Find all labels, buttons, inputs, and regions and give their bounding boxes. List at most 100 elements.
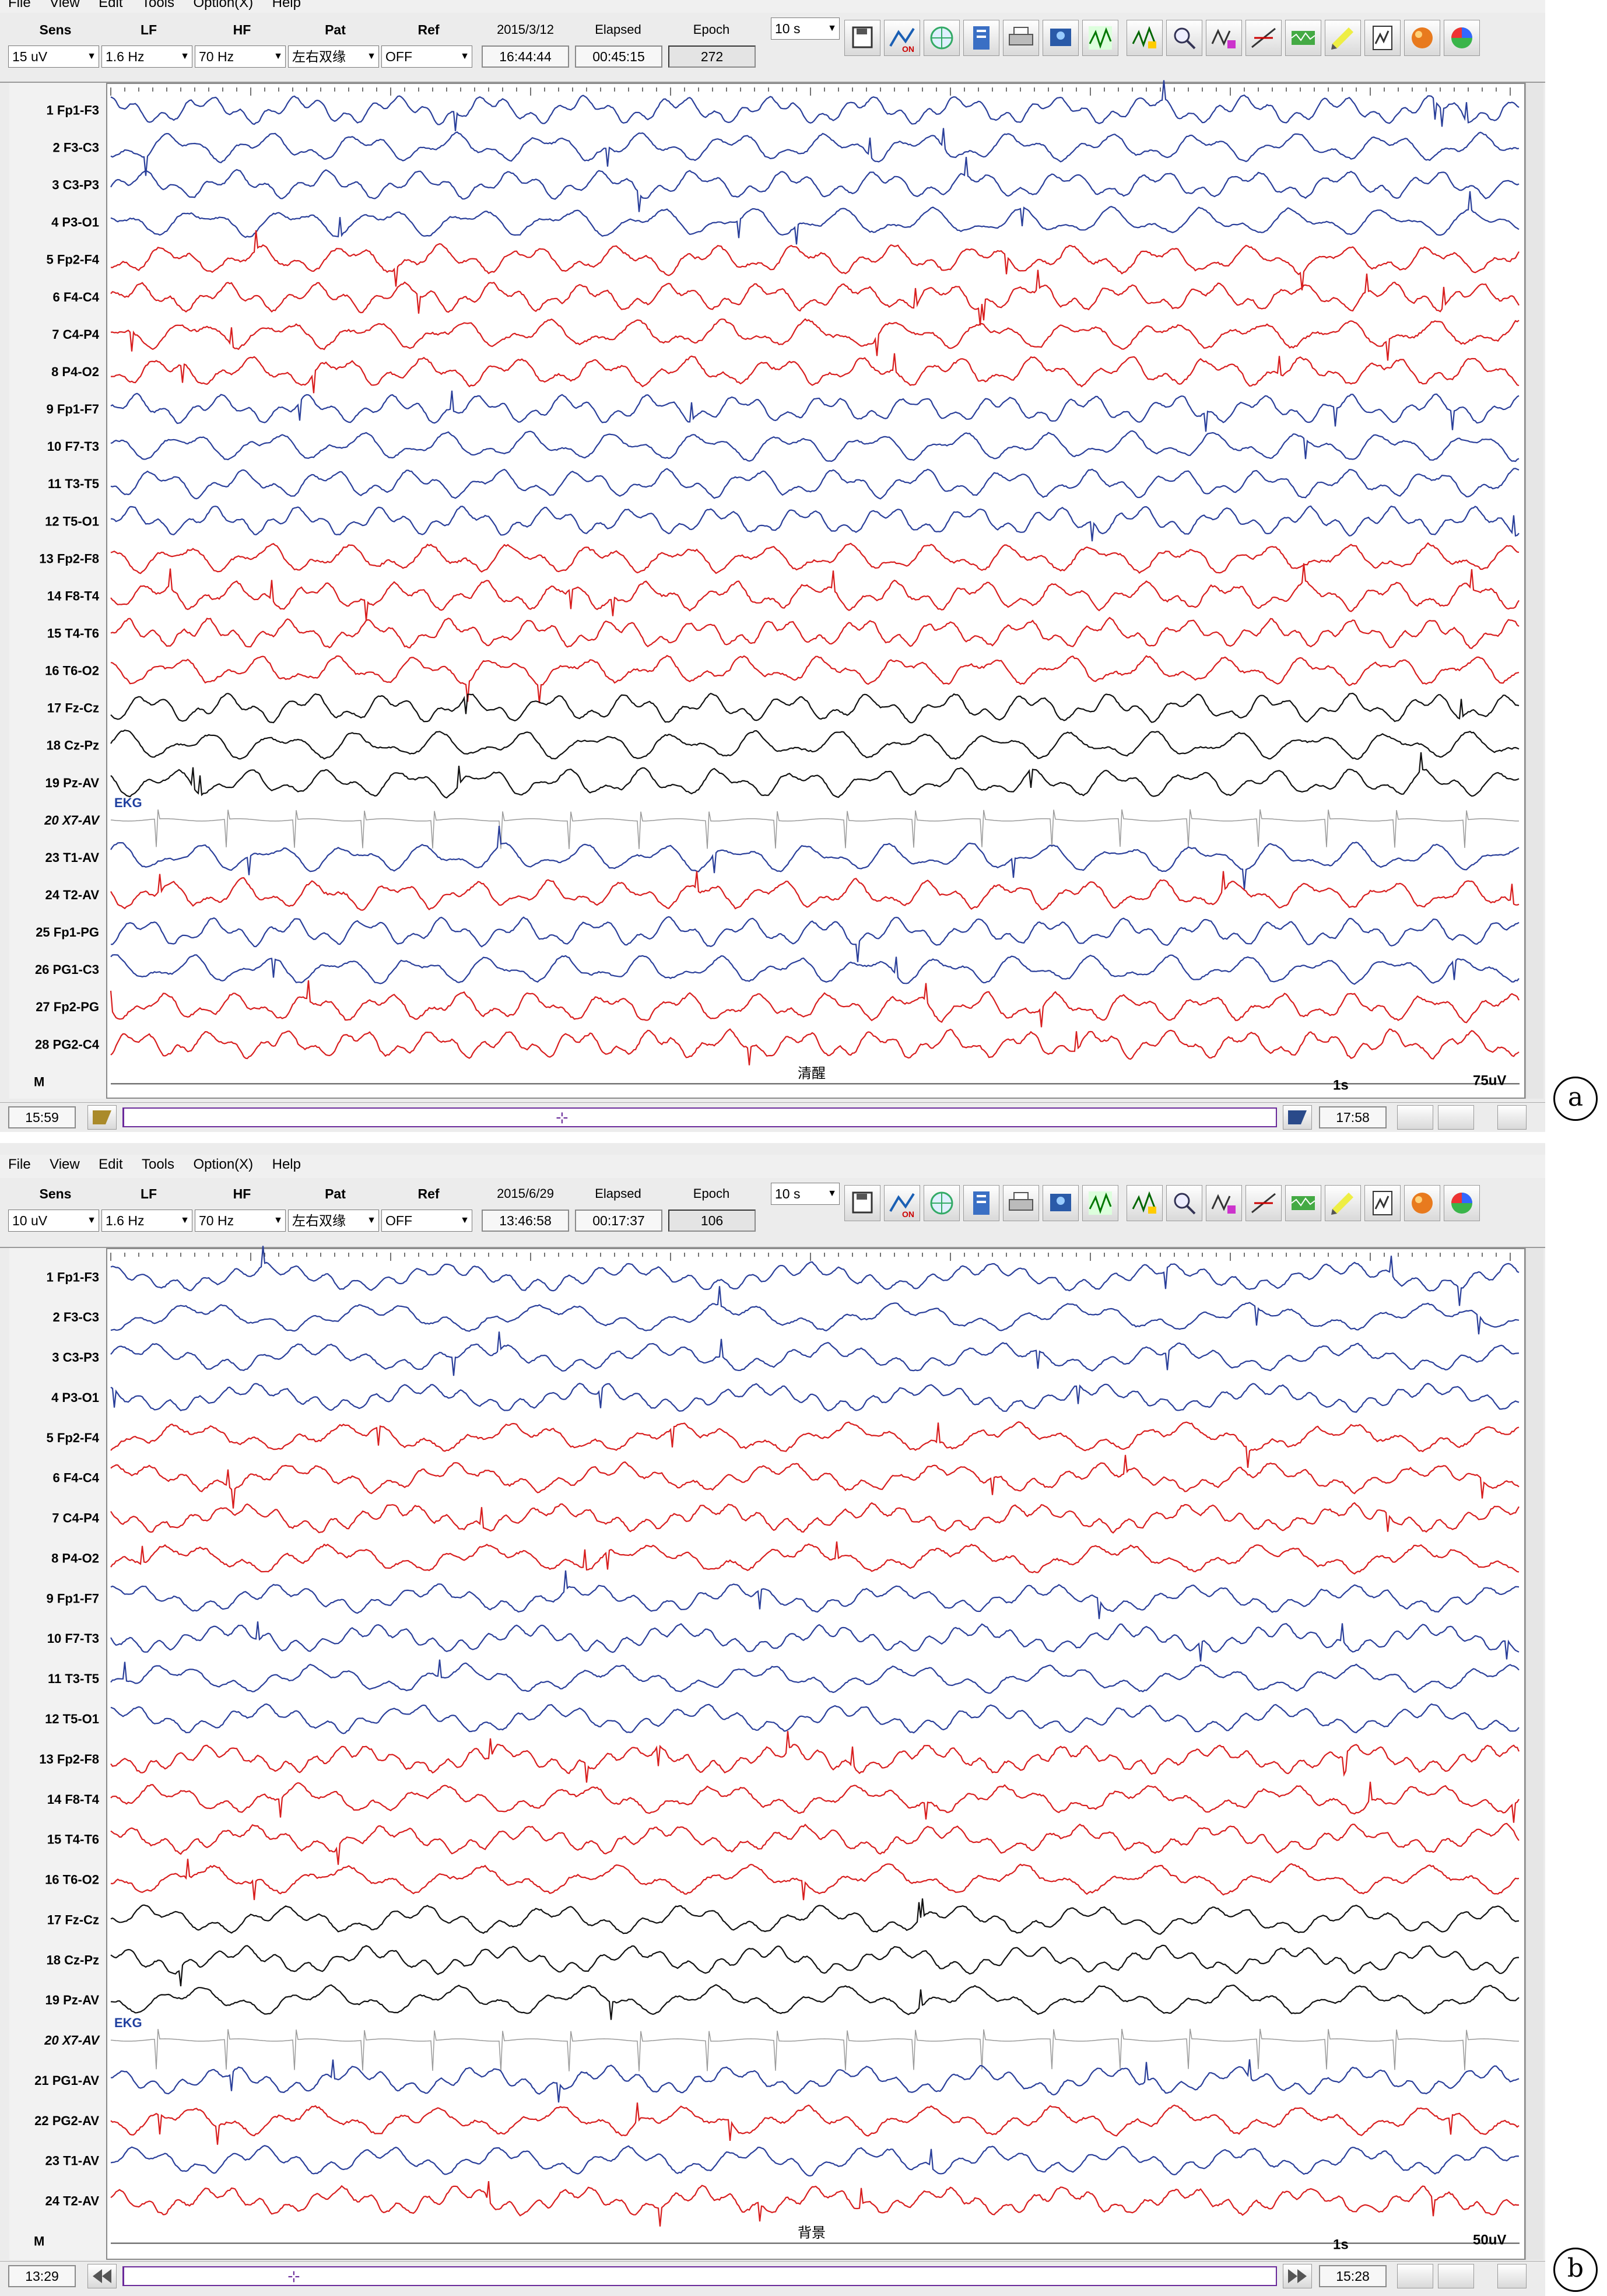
- rewind-icon[interactable]: [87, 1105, 117, 1130]
- channel-label: 16 T6-O2: [45, 1873, 99, 1887]
- eeg-trace-t4-t6: [110, 1822, 1520, 1865]
- page-icon[interactable]: [1497, 1105, 1527, 1130]
- time-scale-label: 1s: [1333, 1077, 1349, 1093]
- channel-label: 20 X7-AV: [44, 813, 100, 828]
- channel-label: 7 C4-P4: [52, 327, 99, 342]
- eeg-trace-c4-p4: [110, 318, 1520, 361]
- channel-label: 21 PG1-AV: [34, 2073, 99, 2088]
- vertical-scrollbar[interactable]: [1525, 1248, 1543, 2260]
- eeg-trace-fp1-pg: [111, 916, 1520, 962]
- channel-label: 17 Fz-Cz: [47, 1912, 99, 1927]
- channel-label: 25 Fp1-PG: [36, 925, 99, 940]
- eeg-trace-p3-o1: [110, 191, 1520, 245]
- channel-label: 26 PG1-C3: [35, 962, 99, 977]
- eeg-trace-fp2-f4: [110, 230, 1520, 290]
- channel-label: 11 T3-T5: [48, 476, 99, 491]
- timeline-cursor[interactable]: ⊹: [556, 1109, 569, 1126]
- align-left-icon[interactable]: [1397, 2264, 1433, 2288]
- record-timeline[interactable]: ⊹: [122, 1107, 1277, 1127]
- channel-label: 4 P3-O1: [51, 215, 99, 230]
- eeg-trace-cz-pz: [110, 730, 1520, 760]
- eeg-trace-pz-av: [110, 1984, 1520, 2020]
- channel-label: 15 T4-T6: [47, 626, 99, 640]
- fast-forward-glyph: [1288, 1110, 1307, 1124]
- page-icon[interactable]: [1497, 2264, 1527, 2288]
- channel-label: 23 T1-AV: [45, 2154, 99, 2168]
- eeg-trace-t4-t6: [110, 616, 1520, 650]
- vertical-scrollbar[interactable]: [1525, 83, 1543, 1099]
- channel-label: 17 Fz-Cz: [47, 701, 99, 716]
- fast-forward-icon[interactable]: [1283, 1105, 1312, 1130]
- channel-label: 14 F8-T4: [47, 588, 100, 603]
- channel-label: 3 C3-P3: [52, 178, 99, 192]
- eeg-trace-t1-av: [110, 825, 1520, 890]
- eeg-trace-fp1-f7: [110, 390, 1520, 432]
- eeg-traces-svg: 1 Fp1-F3 2 F3-C3 3 C3-P3 4 P3-O1 5 Fp2-F4 6 F…: [34, 80, 1520, 1093]
- marker-row-label: M: [34, 2234, 44, 2248]
- align-right-icon[interactable]: [1438, 1105, 1474, 1130]
- align-right-icon[interactable]: [1438, 2264, 1474, 2288]
- channel-label: 22 PG2-AV: [34, 2113, 99, 2128]
- event-annotation: 清醒: [798, 1065, 826, 1081]
- channel-label: 1 Fp1-F3: [47, 103, 99, 117]
- eeg-trace-f4-c4: [110, 269, 1520, 326]
- record-end-time: 17:58: [1319, 1106, 1387, 1128]
- eeg-trace-f3-c3: [110, 128, 1520, 176]
- eeg-trace-c4-p4: [110, 1502, 1520, 1534]
- eeg-trace-x7-av: [110, 2028, 1519, 2071]
- eeg-trace-fp1-f7: [110, 1570, 1520, 1620]
- eeg-trace-f7-t3: [110, 1621, 1520, 1662]
- channel-label: 6 F4-C4: [53, 1471, 100, 1485]
- channel-label: 27 Fp2-PG: [36, 1000, 99, 1014]
- channel-label: 7 C4-P4: [52, 1511, 99, 1526]
- eeg-trace-pg2-c4: [110, 1028, 1520, 1065]
- channel-label: 16 T6-O2: [45, 664, 99, 678]
- eeg-trace-fz-cz: [110, 692, 1520, 724]
- ekg-label: EKG: [114, 2015, 142, 2030]
- channel-label: 15 T4-T6: [47, 1832, 99, 1847]
- align-left-icon[interactable]: [1397, 1105, 1433, 1130]
- record-timeline[interactable]: ⊹: [122, 2266, 1277, 2286]
- eeg-trace-f4-c4: [110, 1454, 1520, 1509]
- eeg-trace-fp1-f3: [110, 80, 1520, 131]
- channel-label: 13 Fp2-F8: [39, 1752, 99, 1766]
- eeg-trace-c3-p3: [110, 156, 1520, 212]
- eeg-trace-f8-t4: [110, 563, 1520, 621]
- eeg-trace-p4-o2: [110, 1541, 1520, 1575]
- timeline-cursor[interactable]: ⊹: [287, 2267, 300, 2285]
- time-scale-label: 1s: [1333, 2237, 1349, 2252]
- fast-forward-icon[interactable]: [1283, 2264, 1312, 2288]
- channel-label: 19 Pz-AV: [45, 776, 99, 790]
- channel-label: 18 Cz-Pz: [47, 738, 99, 753]
- channel-label: 5 Fp2-F4: [47, 253, 100, 267]
- channel-label: 20 X7-AV: [44, 2033, 100, 2048]
- eeg-trace-fp2-f8: [110, 1731, 1520, 1783]
- channel-label: 24 T2-AV: [45, 2194, 99, 2209]
- channel-label: 12 T5-O1: [45, 1712, 99, 1726]
- eeg-trace-t5-o1: [110, 505, 1520, 542]
- channel-label: 9 Fp1-F7: [47, 1591, 99, 1606]
- event-annotation: 背景: [798, 2225, 826, 2241]
- eeg-trace-t5-o1: [110, 1703, 1520, 1734]
- channel-label: 18 Cz-Pz: [47, 1953, 99, 1967]
- eeg-trace-t2-av: [110, 871, 1520, 911]
- rewind-icon[interactable]: [87, 2264, 117, 2288]
- channel-label: 10 F7-T3: [47, 439, 99, 454]
- amplitude-scale-label: 50uV: [1473, 2232, 1506, 2248]
- eeg-trace-f3-c3: [110, 1286, 1520, 1335]
- eeg-trace-t3-t5: [110, 1659, 1520, 1694]
- ekg-label: EKG: [114, 795, 142, 810]
- record-start-time: 15:59: [8, 1106, 76, 1128]
- eeg-trace-fp2-pg: [110, 980, 1520, 1028]
- eeg-trace-pg2-av: [110, 2102, 1520, 2145]
- eeg-trace-t6-o2: [110, 654, 1520, 704]
- channel-label: 13 Fp2-F8: [39, 551, 99, 566]
- channel-label: 2 F3-C3: [53, 1310, 99, 1324]
- marker-row-label: M: [34, 1074, 44, 1089]
- eeg-trace-pg1-av: [110, 2059, 1520, 2103]
- channel-label: 8 P4-O2: [51, 1551, 99, 1565]
- eeg-trace-fz-cz: [110, 1898, 1520, 1935]
- eeg-window-a: File View Edit Tools Option(X) Help Sens…: [0, 0, 1545, 1131]
- channel-label: 12 T5-O1: [45, 514, 99, 528]
- channel-label: 2 F3-C3: [53, 141, 99, 155]
